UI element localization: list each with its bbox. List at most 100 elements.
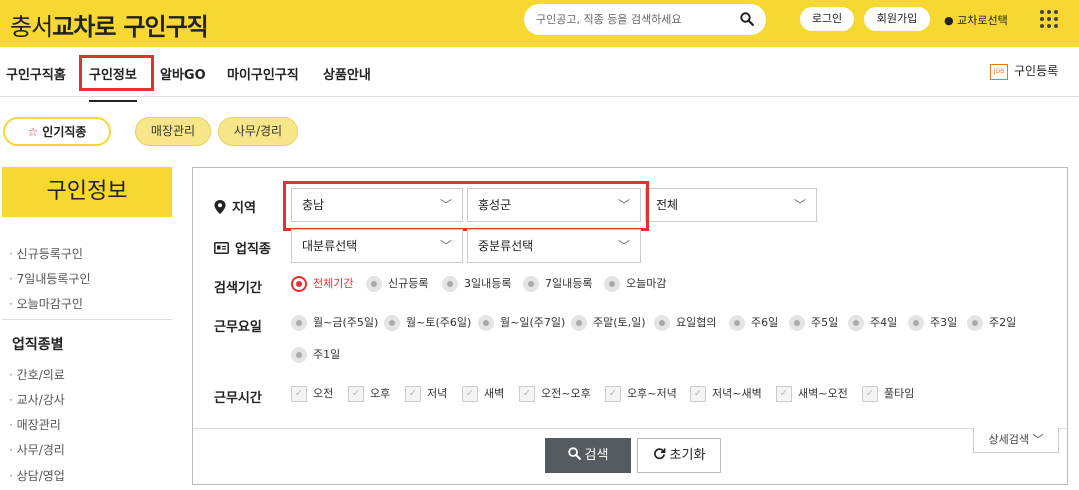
join-button[interactable]: 회원가입 [864,7,930,31]
apps-grid-icon[interactable] [1040,10,1058,28]
detail-search-label: 상세검색 [988,433,1029,446]
workday-option-label: 주1일 [313,348,341,361]
radio-icon [523,276,539,292]
chevron-down-icon: ﹀ [617,239,630,253]
region-select-button[interactable]: ● 교차로선택 [944,12,1008,28]
workday-option-label: 주6일 [751,316,779,329]
nav-item-alba-go[interactable]: 알바GO [160,64,206,83]
radio-icon [604,276,620,292]
chip-store-management[interactable]: 매장관리 [135,117,211,146]
workday-option[interactable]: 주2일 [967,314,1016,331]
period-option-label: 전체기간 [313,277,354,290]
search-input[interactable] [536,4,736,35]
location-pin-icon [214,200,226,214]
checkbox-icon: ✓ [291,386,307,402]
worktime-option[interactable]: ✓ 오전~오후 [519,385,591,402]
sidebar-item-sales[interactable]: 상담/영업 [9,467,65,484]
checkbox-icon: ✓ [690,386,706,402]
period-option-all[interactable]: 전체기간 [291,275,353,292]
workday-option[interactable]: 주1일 [291,346,340,363]
radio-icon [654,315,670,331]
search-button-label: 검색 [584,448,609,463]
logo-brand: 교차로 [52,13,116,41]
workday-option[interactable]: 월~금(주5일) [291,314,378,331]
search-button[interactable]: 검색 [545,438,631,473]
logo-prefix: 충서 [10,13,53,41]
site-logo[interactable]: 충서교차로 구인구직 [10,7,209,42]
radio-icon [478,315,494,331]
period-option-label: 신규등록 [388,277,429,290]
period-option-7days[interactable]: 7일내등록 [523,275,592,292]
chevron-down-icon: ﹀ [439,239,452,253]
chip-office-accounting[interactable]: 사무/경리 [218,117,298,146]
radio-icon [291,315,307,331]
detail-search-toggle[interactable]: 상세검색 ﹀ [973,428,1059,453]
sidebar-item-new[interactable]: 신규등록구인 [9,245,83,262]
worktime-option[interactable]: ✓ 새벽~오전 [776,385,848,402]
sidebar-item-7days[interactable]: 7일내등록구인 [9,270,91,287]
worktime-option-label: 오전~오후 [541,387,591,400]
nav-item-products[interactable]: 상품안내 [323,64,371,83]
workday-option-label: 주2일 [989,316,1017,329]
popular-jobs-chip[interactable]: ☆ 인기직종 [3,117,111,146]
period-option-label: 3일내등록 [464,277,512,290]
worktime-option-label: 저녁 [427,387,448,400]
period-option-3days[interactable]: 3일내등록 [442,275,511,292]
workday-option[interactable]: 주말(토,일) [571,314,646,331]
worktime-option-label: 오후~저녁 [627,387,677,400]
register-job-label: 구인등록 [1014,64,1059,78]
worktime-option[interactable]: ✓ 오전 [291,385,333,402]
worktime-option[interactable]: ✓ 오후 [348,385,390,402]
worktime-option-label: 새벽~오전 [798,387,848,400]
chevron-down-icon: ﹀ [793,198,806,212]
radio-icon [291,347,307,363]
worktime-option[interactable]: ✓ 저녁~새벽 [690,385,762,402]
search-icon[interactable] [740,12,754,30]
panel-divider [193,428,1067,429]
chevron-down-icon: ﹀ [1032,433,1044,446]
workday-option[interactable]: 주3일 [908,314,957,331]
sidebar-item-closing-today[interactable]: 오늘마감구인 [9,295,83,312]
job-minor-value: 중분류선택 [478,239,534,253]
login-button[interactable]: 로그인 [800,7,854,31]
sidebar-item-nursing[interactable]: 간호/의료 [9,366,65,383]
region-select-label: 교차로선택 [957,14,1008,27]
highlight-box-region [283,181,649,231]
workday-option[interactable]: 주6일 [729,314,778,331]
workday-option-label: 주말(토,일) [593,316,646,329]
sidebar-item-teacher[interactable]: 교사/강사 [9,391,65,408]
checkbox-icon: ✓ [605,386,621,402]
workday-option[interactable]: 월~일(주7일) [478,314,565,331]
nav-item-home[interactable]: 구인구직홈 [6,64,66,83]
workday-option[interactable]: 월~토(주6일) [384,314,471,331]
radio-icon [967,315,983,331]
sidebar-item-office[interactable]: 사무/경리 [9,441,65,458]
sidebar-category-title: 업직종별 [12,337,64,353]
job-minor-select[interactable]: 중분류선택 ﹀ [467,229,641,263]
worktime-option[interactable]: ✓ 새벽 [462,385,504,402]
region-district-select[interactable]: 전체 ﹀ [645,188,817,222]
period-option-label: 오늘마감 [626,277,667,290]
logo-section: 구인구직 [123,13,208,41]
region-label: 지역 [214,197,256,216]
worktime-option[interactable]: ✓ 저녁 [405,385,447,402]
worktime-option[interactable]: ✓ 풀타임 [862,385,914,402]
nav-item-my-jobs[interactable]: 마이구인구직 [227,64,299,83]
worktime-option[interactable]: ✓ 오후~저녁 [605,385,677,402]
reset-button[interactable]: 초기화 [637,438,721,473]
period-option-new[interactable]: 신규등록 [366,275,428,292]
workday-option-label: 주3일 [930,316,958,329]
workday-option[interactable]: 주5일 [789,314,838,331]
worktime-label: 근무시간 [214,391,262,406]
sidebar-divider [2,319,172,320]
id-card-icon [214,242,229,254]
workday-option[interactable]: 요일협의 [654,314,716,331]
region-district-value: 전체 [656,198,679,212]
workday-option[interactable]: 주4일 [848,314,897,331]
radio-icon [366,276,382,292]
job-major-select[interactable]: 대분류선택 ﹀ [291,229,463,263]
period-option-today[interactable]: 오늘마감 [604,275,666,292]
sidebar-item-store[interactable]: 매장관리 [9,416,61,433]
register-job-button[interactable]: JOB 구인등록 [990,62,1058,80]
worktime-option-label: 풀타임 [884,387,915,400]
